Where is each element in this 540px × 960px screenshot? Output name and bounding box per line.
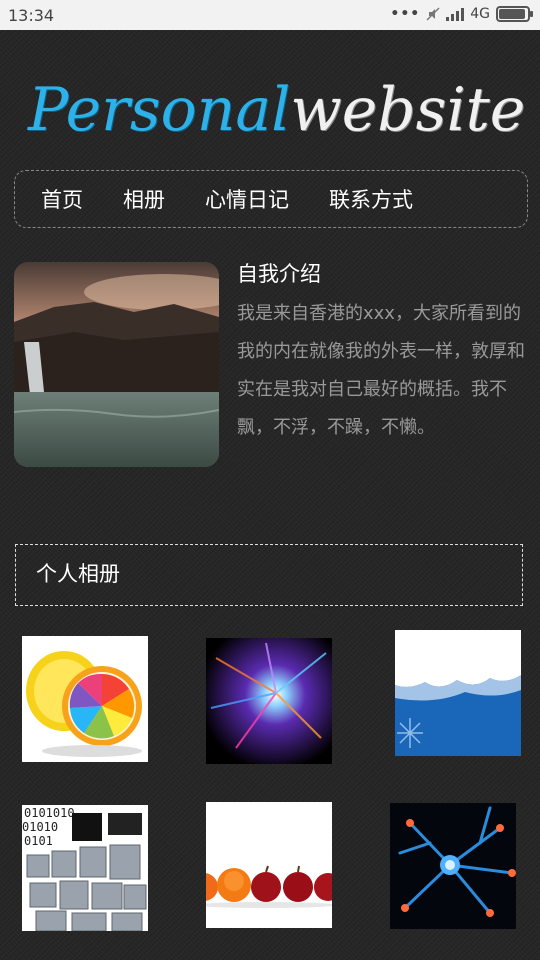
svg-text:01010: 01010: [22, 820, 58, 834]
logo-part-personal: Personal: [28, 75, 291, 145]
battery-icon: [496, 6, 533, 22]
album-photo-fruit-row[interactable]: [206, 802, 332, 928]
logo-part-website: website: [290, 75, 526, 145]
main-nav: 首页 相册 心情日记 联系方式: [14, 170, 528, 228]
signal-icon: [446, 7, 465, 21]
status-bar: 13:34 ••• 4G: [0, 0, 540, 30]
album-section-header: 个人相册: [15, 544, 523, 606]
album-title: 个人相册: [36, 562, 120, 586]
album-photo-light-burst[interactable]: [206, 638, 332, 764]
svg-text:0101: 0101: [24, 834, 53, 848]
mute-icon: [426, 7, 440, 21]
svg-text:0101010: 0101010: [24, 806, 75, 820]
profile-photo: [14, 262, 219, 467]
intro-title: 自我介绍: [237, 262, 321, 286]
status-time: 13:34: [8, 6, 55, 25]
more-dots-icon: •••: [390, 6, 421, 22]
album-photo-neurons[interactable]: [390, 803, 516, 929]
site-logo[interactable]: Personalwebsite: [28, 70, 528, 150]
nav-item-album[interactable]: 相册: [123, 184, 165, 214]
nav-item-diary[interactable]: 心情日记: [205, 184, 289, 214]
network-label: 4G: [470, 6, 490, 22]
intro-text: 我是来自香港的xxx，大家所看到的我的内在就像我的外表一样，敦厚和实在是我对自己…: [237, 303, 525, 438]
status-icons: ••• 4G: [390, 6, 533, 22]
album-photo-snow-blue[interactable]: [395, 630, 521, 756]
nav-item-contact[interactable]: 联系方式: [329, 184, 413, 214]
nav-item-home[interactable]: 首页: [41, 184, 83, 214]
album-photo-citrus[interactable]: [22, 636, 148, 762]
album-photo-binary-blocks[interactable]: 0101010 01010 0101: [22, 805, 148, 931]
battery-fill: [499, 9, 525, 19]
